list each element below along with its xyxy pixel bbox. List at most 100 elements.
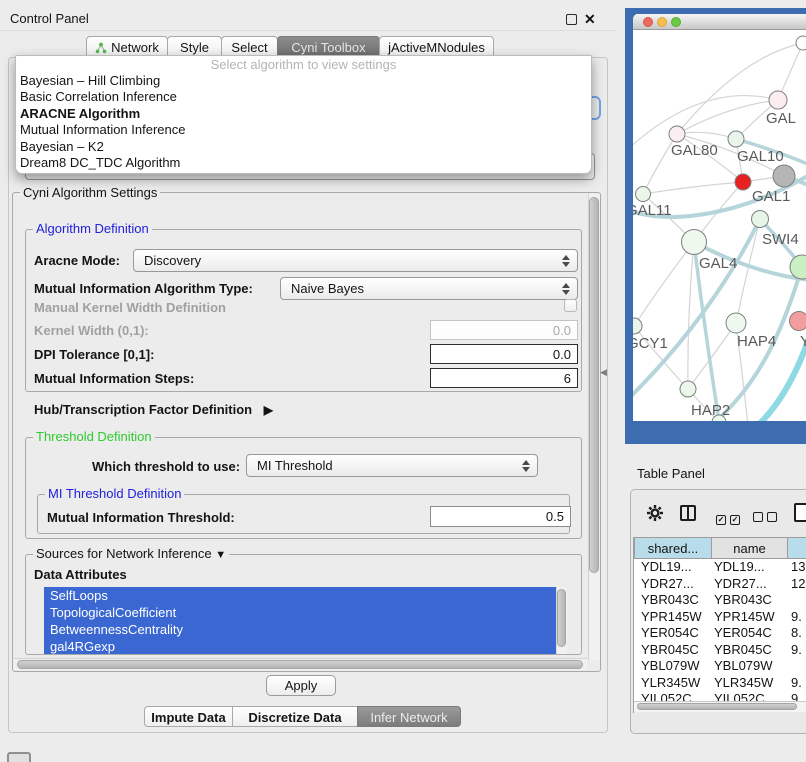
close-window-icon[interactable] bbox=[643, 17, 653, 27]
algorithm-option[interactable]: Basic Correlation Inference bbox=[16, 89, 591, 105]
table-cell[interactable]: YDL19... bbox=[711, 559, 787, 576]
algorithm-option[interactable]: Mutual Information Inference bbox=[16, 122, 591, 138]
minimized-panel-icon[interactable] bbox=[7, 752, 31, 762]
tab-select[interactable]: Select bbox=[221, 36, 278, 57]
table-cell[interactable]: YBL079W bbox=[634, 658, 711, 675]
column-header-name[interactable]: name bbox=[711, 537, 788, 559]
table-cell[interactable]: YBR045C bbox=[711, 642, 787, 659]
close-panel-icon[interactable]: ✕ bbox=[584, 11, 596, 28]
graph-node-gal10[interactable] bbox=[728, 131, 744, 147]
network-canvas[interactable]: GALGAL80GAL10GAL1GAL11SWI4GAL4GCY1HAP4YH… bbox=[633, 30, 806, 421]
graph-node-gal4[interactable] bbox=[682, 230, 707, 255]
table-cell[interactable]: YPR145W bbox=[634, 609, 711, 626]
graph-node-right-green[interactable] bbox=[790, 255, 806, 279]
table-row[interactable]: YLR345WYLR345W9. bbox=[634, 675, 806, 692]
algorithm-option[interactable]: ARACNE Algorithm bbox=[16, 106, 591, 122]
table-cell[interactable]: 9. bbox=[787, 691, 802, 701]
column-header-shared[interactable]: shared... bbox=[634, 537, 712, 559]
mi-threshold-field[interactable]: 0.5 bbox=[430, 506, 571, 527]
column-header-partial[interactable]: A bbox=[787, 537, 806, 559]
settings-vscrollbar-thumb[interactable] bbox=[589, 197, 599, 573]
panel-splitter-arrow-icon[interactable]: ◀ bbox=[600, 367, 607, 378]
table-row[interactable]: YDR27...YDR27...12 bbox=[634, 576, 806, 593]
table-row[interactable]: YPR145WYPR145W9. bbox=[634, 609, 806, 626]
tab-infer-network[interactable]: Infer Network bbox=[357, 706, 461, 727]
graph-node-salmon-node[interactable] bbox=[790, 312, 806, 331]
data-attribute-item[interactable]: BetweennessCentrality bbox=[44, 621, 556, 638]
data-attribute-item[interactable]: TopologicalCoefficient bbox=[44, 604, 556, 621]
tab-jactivemnodules[interactable]: jActiveMNodules bbox=[379, 36, 494, 57]
tab-discretize-data[interactable]: Discretize Data bbox=[232, 706, 358, 727]
mi-steps-field[interactable]: 6 bbox=[430, 368, 578, 388]
zoom-window-icon[interactable] bbox=[671, 17, 681, 27]
minimize-window-icon[interactable] bbox=[657, 17, 667, 27]
table-cell[interactable]: YDR27... bbox=[711, 576, 787, 593]
table-row[interactable]: YDL19...YDL19...13 bbox=[634, 559, 806, 576]
table-cell[interactable]: YBR043C bbox=[634, 592, 711, 609]
graph-edge[interactable] bbox=[736, 219, 760, 323]
graph-node-top-partial[interactable] bbox=[796, 36, 806, 50]
table-cell[interactable]: YBR045C bbox=[634, 642, 711, 659]
graph-node-gal11[interactable] bbox=[636, 187, 651, 202]
tab-style[interactable]: Style bbox=[167, 36, 222, 57]
sources-group-title[interactable]: Sources for Network Inference ▼ bbox=[33, 547, 229, 562]
table-cell[interactable]: YDR27... bbox=[634, 576, 711, 593]
columns-icon[interactable] bbox=[680, 505, 696, 521]
table-row[interactable]: YBR045CYBR045C9. bbox=[634, 642, 806, 659]
table-cell[interactable]: YBL079W bbox=[711, 658, 787, 675]
mi-type-combo[interactable]: Naive Bayes bbox=[280, 277, 578, 300]
table-row[interactable]: YBL079WYBL079W bbox=[634, 658, 806, 675]
table-cell[interactable]: 8. bbox=[787, 625, 802, 642]
data-attribute-item[interactable]: SelfLoops bbox=[44, 587, 556, 604]
table-cell[interactable]: YBR043C bbox=[711, 592, 787, 609]
algorithm-option[interactable]: Bayesian – Hill Climbing bbox=[16, 73, 591, 89]
graph-node-swi4[interactable] bbox=[752, 211, 769, 228]
aracne-mode-combo[interactable]: Discovery bbox=[133, 249, 578, 272]
network-window-titlebar[interactable] bbox=[633, 14, 806, 30]
graph-node-hap4[interactable] bbox=[726, 313, 746, 333]
collapse-arrow-icon[interactable]: ▼ bbox=[215, 549, 226, 561]
table-cell[interactable]: YDL19... bbox=[634, 559, 711, 576]
hub-definition-label[interactable]: Hub/Transcription Factor Definition ▶ bbox=[34, 402, 273, 417]
table-cell[interactable]: 9. bbox=[787, 642, 802, 659]
table-hscrollbar-thumb[interactable] bbox=[637, 703, 797, 710]
tab-impute-data[interactable]: Impute Data bbox=[144, 706, 233, 727]
table-row[interactable]: YIL052CYIL052C9. bbox=[634, 691, 806, 701]
table-cell[interactable]: 13 bbox=[787, 559, 805, 576]
graph-node-gal80[interactable] bbox=[669, 126, 685, 142]
table-cell[interactable]: YIL052C bbox=[711, 691, 787, 701]
table-cell[interactable]: 9. bbox=[787, 609, 802, 626]
attributes-vscrollbar-thumb[interactable] bbox=[557, 589, 566, 647]
table-cell[interactable]: YIL052C bbox=[634, 691, 711, 701]
deselect-all-checks-icon[interactable] bbox=[753, 510, 781, 525]
table-cell[interactable]: 12 bbox=[787, 576, 805, 593]
graph-node-hap2[interactable] bbox=[680, 381, 696, 397]
algorithm-option[interactable]: Dream8 DC_TDC Algorithm bbox=[16, 155, 591, 171]
document-icon[interactable] bbox=[794, 503, 806, 522]
table-cell[interactable]: YPR145W bbox=[711, 609, 787, 626]
kernel-width-field[interactable]: 0.0 bbox=[430, 320, 578, 340]
table-row[interactable]: YBR043CYBR043C bbox=[634, 592, 806, 609]
table-cell[interactable] bbox=[787, 592, 791, 609]
tab-network[interactable]: Network bbox=[86, 36, 168, 57]
manual-kernel-checkbox[interactable] bbox=[564, 299, 577, 312]
apply-button[interactable]: Apply bbox=[266, 675, 336, 696]
table-cell[interactable]: YLR345W bbox=[711, 675, 787, 692]
dpi-tolerance-field[interactable]: 0.0 bbox=[430, 344, 578, 364]
which-threshold-combo[interactable]: MI Threshold bbox=[246, 454, 538, 477]
table-cell[interactable]: YER054C bbox=[634, 625, 711, 642]
graph-node-gcy1[interactable] bbox=[633, 318, 642, 334]
data-attribute-item[interactable]: gal4RGexp bbox=[44, 638, 556, 654]
graph-edge[interactable] bbox=[634, 242, 694, 326]
select-all-checks-icon[interactable]: ✓✓ bbox=[716, 510, 744, 525]
graph-node-gal7[interactable] bbox=[769, 91, 787, 109]
table-cell[interactable]: 9. bbox=[787, 675, 802, 692]
graph-edge[interactable] bbox=[677, 132, 736, 139]
expand-arrow-icon[interactable]: ▶ bbox=[264, 403, 273, 417]
algorithm-option[interactable]: Bayesian – K2 bbox=[16, 139, 591, 155]
settings-hscrollbar-thumb[interactable] bbox=[17, 660, 583, 669]
table-cell[interactable]: YER054C bbox=[711, 625, 787, 642]
algorithm-dropdown-popup[interactable]: Select algorithm to view settings Bayesi… bbox=[15, 55, 592, 174]
float-panel-icon[interactable] bbox=[566, 14, 577, 25]
tab-cyni-toolbox[interactable]: Cyni Toolbox bbox=[277, 36, 380, 57]
